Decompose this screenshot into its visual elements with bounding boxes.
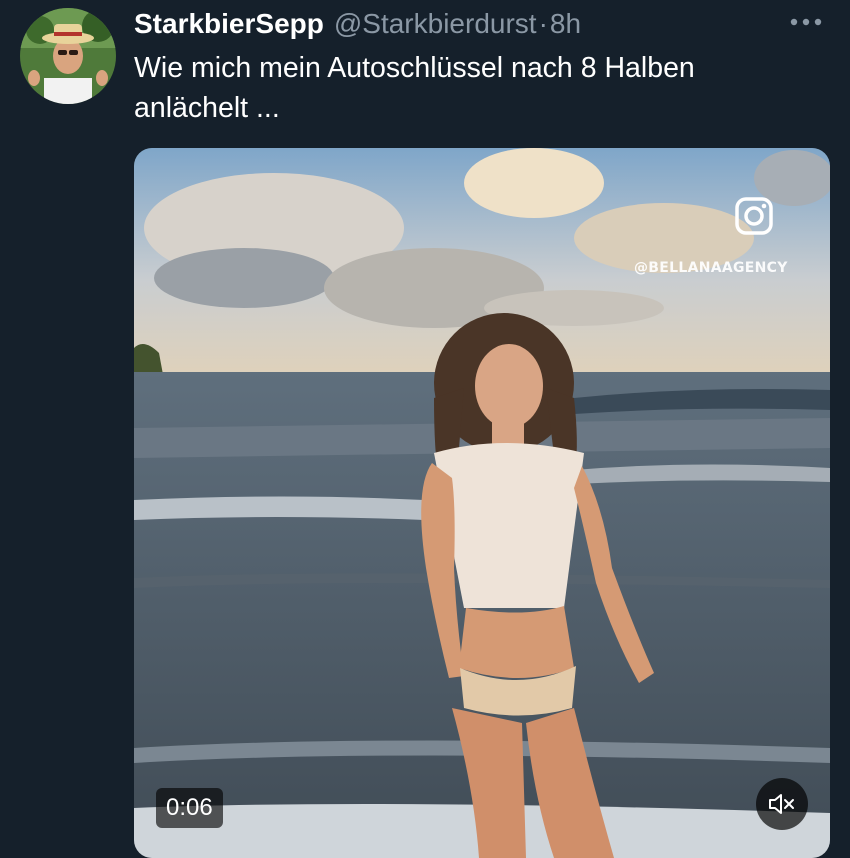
tweet-text: Wie mich mein Autoschlüssel nach 8 Halbe… [134, 52, 695, 124]
video-player[interactable]: @BELLANAAGENCY 0:06 [134, 148, 830, 858]
separator-dot: · [538, 8, 548, 39]
tweet-header: StarkbierSepp @Starkbierdurst · 8h [134, 6, 581, 42]
video-duration-badge: 0:06 [156, 788, 223, 828]
video-frame [134, 148, 830, 858]
instagram-icon [734, 196, 774, 236]
avatar[interactable] [20, 8, 116, 104]
tweet-timestamp[interactable]: 8h [550, 6, 581, 42]
speaker-muted-icon [769, 794, 794, 814]
watermark-text: @BELLANAAGENCY [634, 260, 788, 276]
mute-button[interactable] [756, 778, 808, 830]
avatar-image [20, 8, 116, 104]
more-horizontal-icon[interactable] [786, 8, 826, 36]
author-handle[interactable]: @Starkbierdurst [334, 6, 537, 42]
author-display-name[interactable]: StarkbierSepp [134, 6, 324, 42]
